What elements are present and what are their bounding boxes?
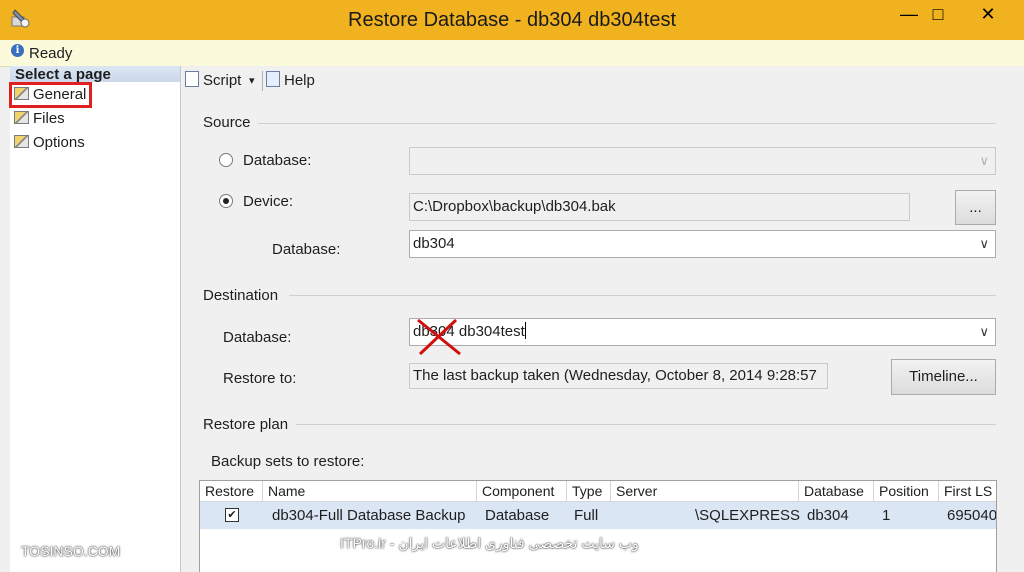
close-button[interactable]: ✕: [958, 0, 1018, 28]
cell-type: Full: [574, 507, 599, 524]
restore-plan-heading: Restore plan: [203, 416, 289, 433]
nav-item-files[interactable]: Files: [14, 108, 65, 130]
column-header-server[interactable]: Server: [611, 481, 799, 502]
cell-first-lsn: 695040: [947, 507, 996, 524]
cell-component: Database: [485, 507, 550, 524]
window-title: Restore Database - db304 db304test: [348, 9, 676, 31]
maximize-icon: □: [932, 4, 944, 24]
check-icon: ✔: [227, 509, 237, 521]
help-icon: [266, 71, 280, 87]
chevron-down-icon: ▾: [249, 75, 255, 87]
status-bar: [0, 40, 1024, 67]
restore-checkbox[interactable]: ✔: [225, 508, 239, 522]
device-path-field[interactable]: C:\Dropbox\backup\db304.bak: [409, 193, 910, 221]
device-database-value: db304: [413, 235, 455, 252]
cell-server: \SQLEXPRESS: [695, 507, 801, 524]
help-label: Help: [284, 72, 315, 89]
column-header-position[interactable]: Position: [874, 481, 939, 502]
script-dropdown[interactable]: ▾: [249, 71, 255, 91]
page-icon: [14, 135, 29, 148]
destination-heading: Destination: [203, 287, 279, 304]
restore-to-field[interactable]: The last backup taken (Wednesday, Octobe…: [409, 363, 828, 389]
column-header-component[interactable]: Component: [477, 481, 567, 502]
cell-database: db304: [807, 507, 849, 524]
highlight-box: [9, 82, 92, 108]
database-radio[interactable]: [219, 153, 233, 167]
source-heading: Source: [203, 114, 251, 131]
restore-plan-rule: [296, 424, 996, 425]
browse-button[interactable]: ...: [955, 190, 996, 225]
maximize-button[interactable]: □: [916, 0, 960, 28]
strike-mark: [414, 318, 464, 356]
destination-database-label: Database:: [223, 329, 292, 346]
source-database-combo[interactable]: ∨: [409, 147, 996, 175]
timeline-button[interactable]: Timeline...: [891, 359, 996, 395]
column-header-restore[interactable]: Restore: [200, 481, 263, 502]
cell-position: 1: [882, 507, 891, 524]
nav-item-options[interactable]: Options: [14, 132, 85, 154]
column-header-name[interactable]: Name: [263, 481, 477, 502]
page-icon: [14, 111, 29, 124]
restore-to-label: Restore to:: [223, 370, 297, 387]
device-radio[interactable]: [219, 194, 233, 208]
info-icon: i: [11, 44, 24, 57]
toolbar-separator: [262, 71, 263, 91]
device-radio-label: Device:: [243, 193, 294, 210]
cell-name: db304-Full Database Backup: [272, 507, 466, 524]
close-icon: ✕: [980, 4, 996, 24]
nav-item-label: Options: [33, 134, 85, 151]
script-icon: [185, 71, 199, 87]
chevron-down-icon: ∨: [979, 153, 989, 168]
script-button[interactable]: Script: [185, 71, 241, 91]
destination-rule: [289, 295, 996, 296]
nav-item-label: Files: [33, 110, 65, 127]
watermark-center: ITPro.ir - وب سایت تخصصی فناوری اطلاعات …: [340, 535, 639, 551]
device-database-combo[interactable]: db304 ∨: [409, 230, 996, 258]
database-radio-label: Database:: [243, 152, 312, 169]
backup-sets-label: Backup sets to restore:: [211, 453, 365, 470]
script-label: Script: [203, 72, 242, 89]
device-database-label: Database:: [272, 241, 341, 258]
destination-database-combo[interactable]: db304 db304test ∨: [409, 318, 996, 346]
text-caret: [524, 322, 526, 339]
source-rule: [258, 123, 996, 124]
chevron-down-icon: ∨: [979, 236, 989, 251]
watermark-left: TOSINSO.COM: [21, 543, 121, 559]
help-button[interactable]: Help: [266, 71, 315, 91]
column-header-database[interactable]: Database: [799, 481, 874, 502]
column-header-first-lsn[interactable]: First LS: [939, 481, 996, 502]
chevron-down-icon: ∨: [979, 324, 989, 339]
status-text: Ready: [29, 45, 73, 62]
column-header-type[interactable]: Type: [567, 481, 611, 502]
